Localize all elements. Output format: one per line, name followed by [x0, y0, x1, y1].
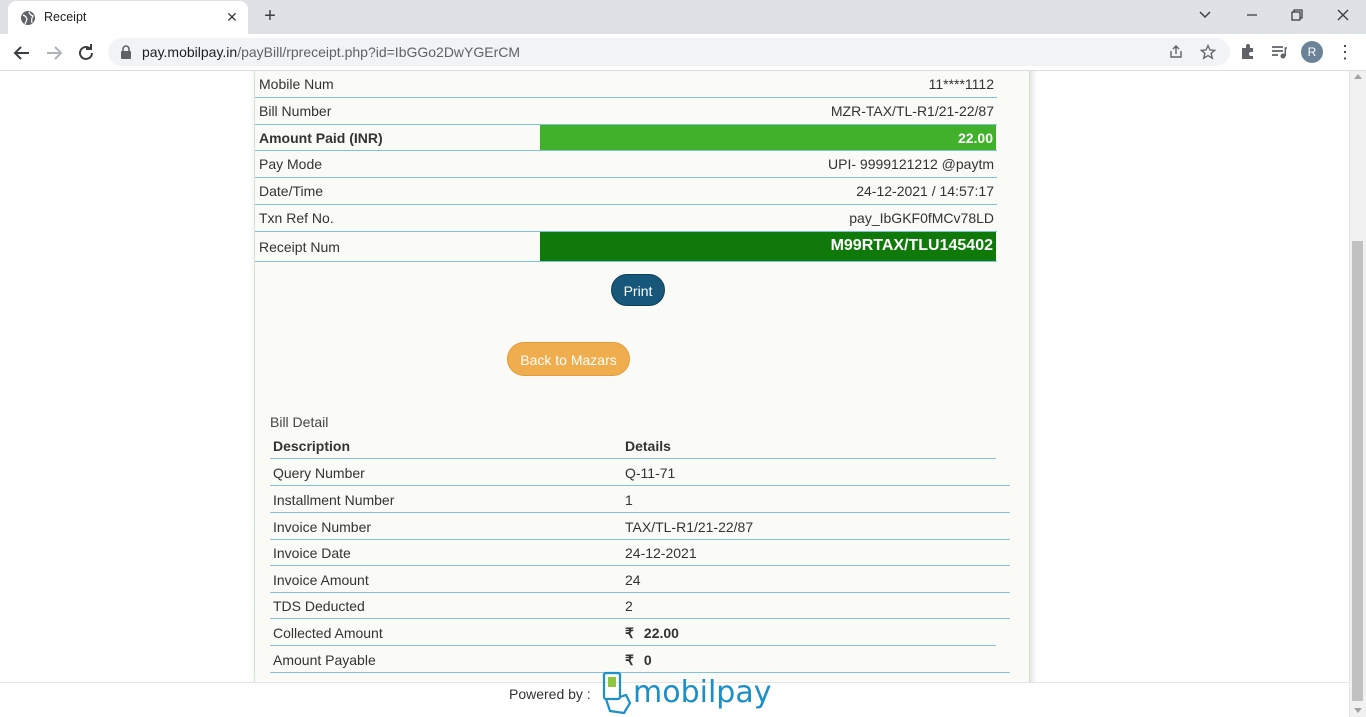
receipt-value: 24-12-2021 / 14:57:17 — [856, 183, 994, 199]
lock-icon[interactable] — [120, 45, 132, 59]
row-detail: 2 — [625, 598, 633, 614]
bill-table-header: Description Details — [270, 432, 996, 459]
receipt-value: UPI- 9999121212 @paytm — [828, 156, 994, 172]
amount-paid-highlight: 22.00 — [540, 125, 996, 150]
table-row: TDS Deducted 2 — [270, 592, 1010, 619]
row-detail: 0 — [643, 652, 652, 668]
print-button[interactable]: Print — [611, 274, 665, 306]
restore-icon[interactable] — [1285, 4, 1309, 28]
mobilpay-phone-hand-icon — [602, 671, 632, 715]
scroll-down-arrow-icon[interactable] — [1354, 708, 1362, 713]
share-icon[interactable] — [1168, 44, 1184, 60]
receipt-label: Amount Paid (INR) — [259, 130, 383, 146]
receipt-value: MZR-TAX/TL-R1/21-22/87 — [830, 103, 994, 119]
url-text: pay.mobilpay.in/payBill/rpreceipt.php?id… — [142, 44, 520, 60]
receipt-row-mobile: Mobile Num 11****1112 — [255, 71, 997, 98]
table-row: Amount Payable ₹0 — [270, 646, 1010, 673]
table-row: Collected Amount ₹22.00 — [270, 619, 996, 646]
receipt-value: 22.00 — [957, 130, 993, 146]
receipt-row-receipt-num: Receipt Num M99RTAX/TLU145402 — [255, 232, 997, 262]
receipt-label: Date/Time — [259, 183, 324, 199]
receipt-num-highlight: M99RTAX/TLU145402 — [540, 232, 996, 261]
receipt-card: Mobile Num 11****1112 Bill Number MZR-TA… — [254, 71, 1030, 717]
row-description: TDS Deducted — [273, 598, 365, 614]
row-description: Invoice Date — [273, 545, 351, 561]
powered-by-footer: Powered by : mobilpay — [0, 671, 1350, 717]
receipt-row-amount-paid: Amount Paid (INR) 22.00 — [255, 125, 997, 151]
back-to-mazars-button[interactable]: Back to Mazars — [507, 342, 630, 376]
browser-tab-bar: Receipt ✕ + — [0, 0, 1366, 34]
receipt-row-txn-ref: Txn Ref No. pay_IbGKF0fMCv78LD — [255, 205, 997, 232]
row-description: Installment Number — [273, 492, 395, 508]
receipt-row-datetime: Date/Time 24-12-2021 / 14:57:17 — [255, 178, 997, 205]
profile-avatar[interactable]: R — [1301, 41, 1323, 63]
table-row: Invoice Date 24-12-2021 — [270, 539, 1010, 566]
bookmark-star-icon[interactable] — [1200, 44, 1216, 60]
table-row: Query Number Q-11-71 — [270, 459, 1010, 486]
receipt-label: Mobile Num — [259, 76, 334, 92]
browser-tab[interactable]: Receipt ✕ — [8, 1, 248, 34]
receipt-row-pay-mode: Pay Mode UPI- 9999121212 @paytm — [255, 151, 997, 178]
row-detail: 1 — [625, 492, 633, 508]
tab-search-chevron-icon[interactable] — [1193, 4, 1217, 28]
forward-arrow-icon[interactable] — [42, 41, 66, 65]
close-window-icon[interactable] — [1331, 4, 1355, 28]
rupee-symbol: ₹ — [625, 652, 634, 668]
table-row: Invoice Number TAX/TL-R1/21-22/87 — [270, 513, 1010, 540]
scrollbar-thumb[interactable] — [1352, 241, 1363, 701]
address-bar[interactable]: pay.mobilpay.in/payBill/rpreceipt.php?id… — [108, 38, 1230, 66]
row-description: Invoice Number — [273, 519, 372, 535]
row-detail: 22.00 — [643, 625, 679, 641]
url-path: /payBill/rpreceipt.php?id=IbGGo2DwYGErCM — [237, 44, 521, 60]
row-detail: 24-12-2021 — [625, 545, 697, 561]
receipt-value: M99RTAX/TLU145402 — [830, 237, 993, 254]
bill-detail-title: Bill Detail — [270, 414, 329, 430]
receipt-value: pay_IbGKF0fMCv78LD — [849, 210, 994, 226]
table-row: Installment Number 1 — [270, 486, 1010, 513]
column-header-description: Description — [273, 438, 351, 454]
minimize-icon[interactable] — [1240, 4, 1264, 28]
row-description: Collected Amount — [273, 625, 383, 641]
reload-icon[interactable] — [74, 41, 98, 65]
url-host: pay.mobilpay.in — [142, 44, 238, 60]
back-arrow-icon[interactable] — [10, 41, 34, 65]
browser-toolbar: pay.mobilpay.in/payBill/rpreceipt.php?id… — [0, 34, 1366, 71]
collected-amount-value: ₹22.00 — [625, 625, 679, 642]
row-detail: TAX/TL-R1/21-22/87 — [625, 519, 754, 535]
tab-title: Receipt — [44, 10, 87, 24]
scroll-up-arrow-icon[interactable] — [1354, 74, 1362, 79]
browser-menu-icon[interactable]: ⋮ — [1336, 42, 1354, 62]
new-tab-button[interactable]: + — [260, 6, 280, 26]
mobilpay-logo-text: mobilpay — [633, 675, 772, 710]
row-detail: 24 — [625, 572, 641, 588]
row-description: Invoice Amount — [273, 572, 369, 588]
amount-payable-value: ₹0 — [625, 652, 652, 669]
row-description: Amount Payable — [273, 652, 376, 668]
receipt-label: Txn Ref No. — [259, 210, 334, 226]
table-row: Invoice Amount 24 — [270, 566, 1010, 593]
page-viewport: Mobile Num 11****1112 Bill Number MZR-TA… — [0, 71, 1366, 717]
powered-by-label: Powered by : — [509, 686, 591, 702]
extensions-puzzle-icon[interactable] — [1238, 42, 1258, 62]
receipt-label: Bill Number — [259, 103, 332, 119]
globe-icon — [21, 11, 35, 25]
close-tab-icon[interactable]: ✕ — [224, 9, 240, 25]
receipt-row-bill-number: Bill Number MZR-TAX/TL-R1/21-22/87 — [255, 98, 997, 125]
vertical-scrollbar[interactable] — [1349, 71, 1366, 717]
receipt-value: 11****1112 — [928, 76, 994, 92]
row-description: Query Number — [273, 465, 365, 481]
media-queue-icon[interactable] — [1269, 42, 1289, 62]
column-header-details: Details — [625, 438, 671, 454]
rupee-symbol: ₹ — [625, 625, 634, 641]
receipt-label: Pay Mode — [259, 156, 323, 172]
row-detail: Q-11-71 — [625, 465, 676, 481]
receipt-label: Receipt Num — [259, 239, 340, 255]
